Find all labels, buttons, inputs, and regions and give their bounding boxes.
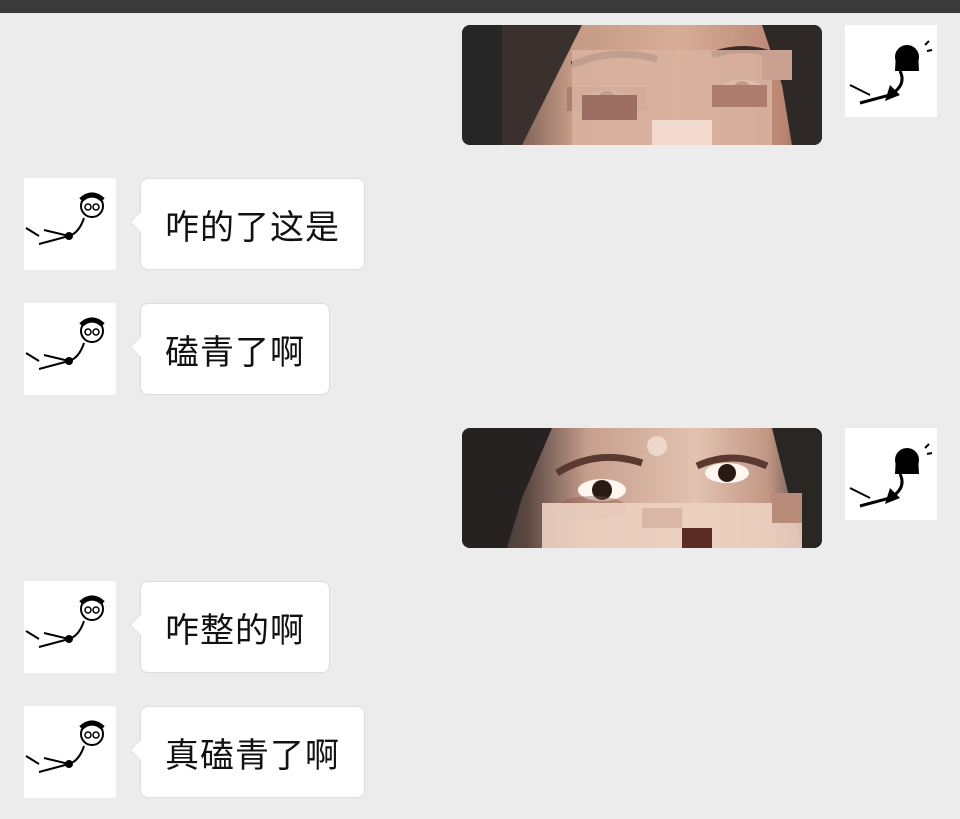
chat-message-list[interactable]: 咋的了这是 磕青了啊 咋整的啊 真磕青了啊 — [0, 13, 960, 819]
message-bubble[interactable]: 磕青了啊 — [130, 303, 330, 395]
self-avatar-icon — [845, 428, 937, 520]
self-avatar[interactable] — [845, 428, 937, 520]
message-text: 咋整的啊 — [165, 610, 305, 651]
friend-avatar[interactable] — [24, 303, 116, 395]
message-text: 咋的了这是 — [165, 207, 340, 248]
self-avatar-icon — [845, 25, 937, 117]
friend-avatar-icon — [24, 303, 116, 395]
friend-avatar-icon — [24, 706, 116, 798]
message-bubble[interactable]: 咋整的啊 — [130, 581, 330, 673]
friend-avatar-icon — [24, 178, 116, 270]
friend-avatar-icon — [24, 581, 116, 673]
sent-photo-1[interactable] — [462, 25, 822, 145]
top-status-bar — [0, 0, 960, 13]
friend-avatar[interactable] — [24, 178, 116, 270]
self-avatar[interactable] — [845, 25, 937, 117]
friend-avatar[interactable] — [24, 706, 116, 798]
message-bubble[interactable]: 咋的了这是 — [130, 178, 365, 270]
message-text: 真磕青了啊 — [165, 735, 340, 776]
message-bubble[interactable]: 真磕青了啊 — [130, 706, 365, 798]
message-text: 磕青了啊 — [165, 332, 305, 373]
friend-avatar[interactable] — [24, 581, 116, 673]
sent-photo-2[interactable] — [462, 428, 822, 548]
